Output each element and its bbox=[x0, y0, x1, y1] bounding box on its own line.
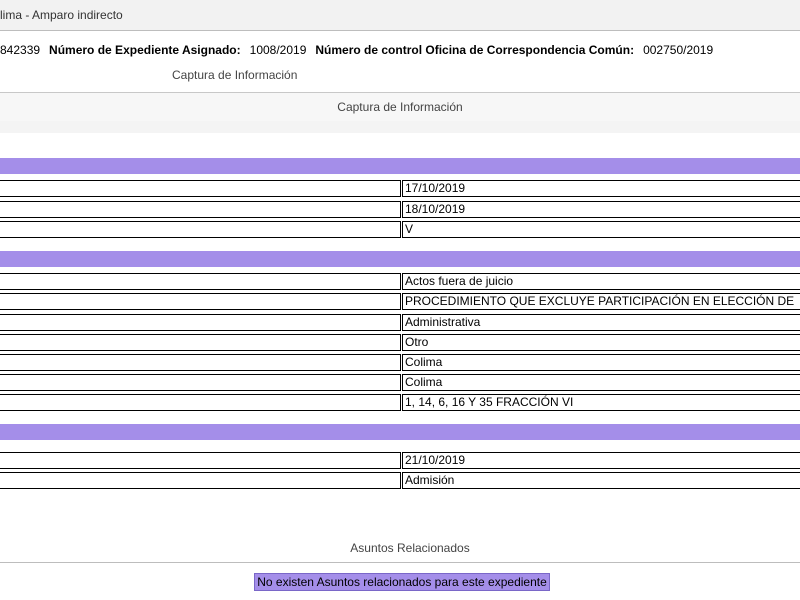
form-row: Actos fuera de juicio bbox=[0, 273, 800, 290]
form-row: V bbox=[0, 221, 800, 238]
section-header-band bbox=[0, 424, 800, 440]
row-label-cell bbox=[0, 394, 401, 411]
expediente-label: Número de Expediente Asignado: bbox=[49, 43, 241, 57]
section-header-band bbox=[0, 251, 800, 267]
row-value-cell: 17/10/2019 bbox=[402, 180, 800, 197]
section-header-band bbox=[0, 158, 800, 174]
row-value-cell: V bbox=[402, 221, 800, 238]
spacer-band bbox=[0, 121, 800, 133]
row-label-cell bbox=[0, 314, 401, 331]
no-related-matters-message: No existen Asuntos relacionados para est… bbox=[254, 573, 550, 591]
form-row: Colima bbox=[0, 354, 800, 371]
form-row: PROCEDIMIENTO QUE EXCLUYE PARTICIPACIÓN … bbox=[0, 293, 800, 310]
expediente-info-line: 842339 Número de Expediente Asignado: 1008… bbox=[0, 43, 713, 57]
row-value-cell: Colima bbox=[402, 354, 800, 371]
row-value-cell: PROCEDIMIENTO QUE EXCLUYE PARTICIPACIÓN … bbox=[402, 293, 800, 310]
row-label-cell bbox=[0, 354, 401, 371]
id-fragment: 842339 bbox=[0, 43, 41, 57]
subheading: Captura de Información bbox=[172, 68, 298, 82]
related-matters-title: Asuntos Relacionados bbox=[350, 541, 470, 555]
row-value-cell: Otro bbox=[402, 334, 800, 351]
row-label-cell bbox=[0, 334, 401, 351]
form-row: 1, 14, 6, 16 Y 35 FRACCIÓN VI bbox=[0, 394, 800, 411]
row-label-cell bbox=[0, 273, 401, 290]
row-label-cell bbox=[0, 180, 401, 197]
captura-section-header: Captura de Información bbox=[0, 92, 800, 122]
row-value-cell: 21/10/2019 bbox=[402, 452, 800, 469]
expediente-value: 1008/2019 bbox=[249, 43, 307, 57]
row-value-cell: Administrativa bbox=[402, 314, 800, 331]
row-label-cell bbox=[0, 221, 401, 238]
row-value-cell: 1, 14, 6, 16 Y 35 FRACCIÓN VI bbox=[402, 394, 800, 411]
form-row: Otro bbox=[0, 334, 800, 351]
row-label-cell bbox=[0, 201, 401, 218]
form-row: 18/10/2019 bbox=[0, 201, 800, 218]
row-value-cell: Admisión bbox=[402, 472, 800, 489]
form-row: 21/10/2019 bbox=[0, 452, 800, 469]
form-row: Administrativa bbox=[0, 314, 800, 331]
window-title: lima - Amparo indirecto bbox=[0, 8, 123, 22]
form-row: Admisión bbox=[0, 472, 800, 489]
control-value: 002750/2019 bbox=[643, 43, 714, 57]
form-row: 17/10/2019 bbox=[0, 180, 800, 197]
row-value-cell: 18/10/2019 bbox=[402, 201, 800, 218]
window-title-bar: lima - Amparo indirecto bbox=[0, 0, 800, 31]
row-label-cell bbox=[0, 293, 401, 310]
control-label: Número de control Oficina de Corresponde… bbox=[315, 43, 635, 57]
row-value-cell: Actos fuera de juicio bbox=[402, 273, 800, 290]
form-row: Colima bbox=[0, 374, 800, 391]
row-label-cell bbox=[0, 472, 401, 489]
divider bbox=[0, 562, 800, 563]
row-label-cell bbox=[0, 452, 401, 469]
row-value-cell: Colima bbox=[402, 374, 800, 391]
row-label-cell bbox=[0, 374, 401, 391]
